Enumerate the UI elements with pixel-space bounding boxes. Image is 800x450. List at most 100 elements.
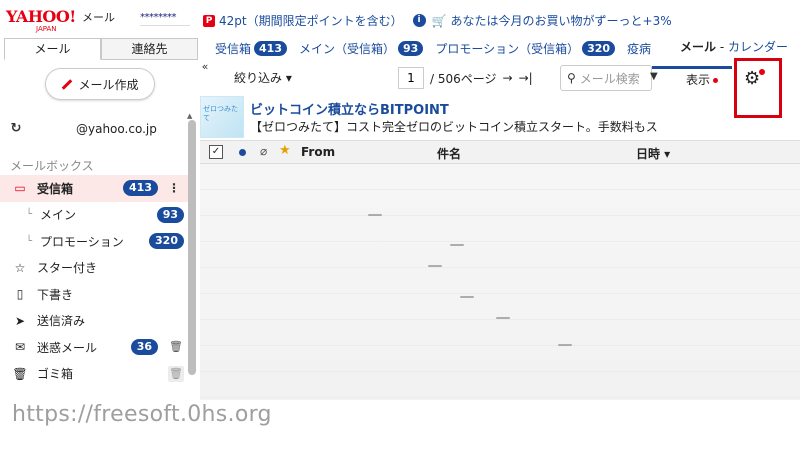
empty-trash-icon[interactable]: 🗑 [168, 365, 184, 382]
search-options-chevron-icon[interactable]: ▼ [650, 71, 658, 82]
account-name[interactable]: ******** [140, 12, 190, 26]
compose-label: メール作成 [78, 77, 139, 92]
sidebar-item-label: 受信箱 [37, 181, 74, 196]
attachment-icon[interactable]: ⌀ [260, 144, 267, 158]
scroll-up-arrow-icon[interactable]: ▲ [187, 112, 192, 120]
top-bar: YAHOO! JAPAN メール ******** P 42pt（期間限定ポイン… [0, 0, 800, 36]
ad-banner[interactable]: ゼロつみたて ビットコイン積立ならBITPOINT 【ゼロつみたて】コスト完全ゼ… [200, 96, 670, 138]
list-item[interactable] [200, 346, 800, 372]
sidebar-item-label: 下書き [37, 287, 74, 302]
folder-tab-main[interactable]: メイン（受信箱） 93 [298, 40, 424, 57]
display-label: 表示 [686, 73, 711, 87]
sidebar-item-label: 送信済み [37, 314, 86, 329]
yahoo-logo[interactable]: YAHOO! JAPAN メール [6, 7, 115, 35]
blurred-text [496, 317, 510, 319]
sidebar-item-main[interactable]: └ メイン 93 [0, 202, 188, 229]
next-page-icon[interactable]: → [503, 71, 513, 85]
logo-main: YAHOO! [6, 7, 76, 26]
unread-count-badge: 93 [398, 40, 424, 56]
mail-list[interactable] [200, 164, 800, 400]
tab-mail[interactable]: メール [4, 38, 101, 60]
unread-count-badge: 413 [254, 40, 287, 56]
service-link-calendar[interactable]: カレンダー [728, 40, 788, 54]
spam-icon: ✉ [14, 340, 26, 355]
search-input[interactable]: ⚲ メール検索 [560, 65, 652, 91]
tab-contacts[interactable]: 連絡先 [101, 38, 198, 60]
sidebar-scrollbar[interactable] [188, 120, 196, 375]
unread-count-badge: 413 [123, 180, 158, 197]
promo-text[interactable]: あなたは今月のお買い物がずーっと+3% [451, 12, 672, 29]
list-item[interactable] [200, 216, 800, 242]
compose-button[interactable]: メール作成 [45, 68, 155, 100]
subfolder-branch-icon: └ [25, 209, 33, 221]
active-service-underline [652, 66, 732, 69]
points-text: 42pt（期間限定ポイントを含む） [219, 14, 403, 28]
sidebar-item-spam[interactable]: ✉ 迷惑メール 36 🗑 [0, 334, 188, 361]
sidebar-item-sent[interactable]: ➤ 送信済み [0, 308, 188, 335]
service-separator: - [716, 40, 728, 54]
watermark-url: https://freesoft.0hs.org [12, 402, 272, 427]
send-icon: ➤ [14, 313, 26, 328]
notification-dot [713, 78, 719, 83]
search-icon: ⚲ [567, 71, 576, 85]
blurred-text [460, 296, 474, 298]
folder-tab-label: 受信箱 [215, 41, 252, 56]
display-options-button[interactable]: 表示 [686, 71, 719, 88]
column-subject[interactable]: 件名 [437, 145, 461, 162]
column-from[interactable]: From [301, 145, 335, 159]
blurred-text [450, 244, 464, 246]
star-icon[interactable]: ★ [279, 143, 291, 158]
unread-dot-icon[interactable] [239, 149, 246, 156]
collapse-sidebar-icon[interactable]: « [198, 60, 212, 76]
info-icon[interactable]: i [412, 14, 426, 27]
folder-tab-promotion[interactable]: プロモーション（受信箱） 320 [435, 40, 616, 57]
filter-dropdown[interactable]: 絞り込み ▾ [234, 69, 292, 86]
cart-icon: 🛒 [431, 13, 447, 28]
list-item[interactable] [200, 372, 800, 398]
folder-tab-label: プロモーション（受信箱） [435, 41, 580, 56]
sidebar-item-label: 迷惑メール [37, 340, 98, 355]
list-item[interactable] [200, 320, 800, 346]
tab-row: メール 連絡先 受信箱 413 メイン（受信箱） 93 プロモーション（受信箱）… [0, 36, 800, 60]
empty-spam-trash-icon[interactable]: 🗑 [168, 339, 184, 355]
inbox-icon: ▭ [14, 181, 26, 196]
ad-title[interactable]: ビットコイン積立ならBITPOINT [250, 99, 449, 118]
list-item[interactable] [200, 190, 800, 216]
service-links: メール - カレンダー [676, 38, 788, 55]
page-number-input[interactable] [398, 67, 424, 89]
folder-tab-inbox[interactable]: 受信箱 413 [215, 40, 287, 57]
more-options-icon[interactable]: ⋮ [168, 181, 180, 195]
logo-service: メール [82, 11, 115, 24]
star-icon: ☆ [14, 260, 26, 275]
blurred-text [558, 344, 572, 346]
sidebar-item-starred[interactable]: ☆ スター付き [0, 255, 188, 282]
blurred-text [368, 214, 382, 216]
points-banner[interactable]: P 42pt（期間限定ポイントを含む） i 🛒 あなたは今月のお買い物がずーっと… [203, 12, 672, 29]
folder-list: ▭ 受信箱 413 ⋮ └ メイン 93 └ プロモーション 320 ☆ スター… [0, 175, 188, 387]
gear-icon[interactable]: ⚙ [744, 68, 760, 89]
refresh-icon[interactable]: ↻ [8, 121, 24, 137]
sidebar: メール作成 ↻ @yahoo.co.jp メールボックス ▭ 受信箱 413 ⋮… [0, 60, 198, 400]
blurred-text [428, 265, 442, 267]
pencil-icon [62, 78, 73, 90]
folder-tab-label: 疫病 [627, 41, 652, 56]
last-page-icon[interactable]: →| [519, 71, 533, 85]
select-all-checkbox[interactable]: ✓ [209, 145, 223, 159]
mail-list-header: ✓ ⌀ ★ From 件名 日時 ▾ [200, 140, 800, 164]
sidebar-item-promotion[interactable]: └ プロモーション 320 [0, 228, 188, 255]
sidebar-item-label: ゴミ箱 [37, 367, 74, 382]
column-date[interactable]: 日時 ▾ [636, 145, 670, 162]
folder-tab-other[interactable]: 疫病 [627, 40, 651, 57]
list-item[interactable] [200, 242, 800, 268]
service-link-mail[interactable]: メール [680, 40, 716, 54]
sidebar-item-inbox[interactable]: ▭ 受信箱 413 ⋮ [0, 175, 188, 202]
unread-count-badge: 320 [149, 233, 184, 250]
page-total: / 506ページ [430, 71, 497, 86]
sidebar-item-label: スター付き [37, 261, 98, 276]
logo-sub: JAPAN [36, 25, 57, 33]
folder-tab-label: メイン（受信箱） [298, 41, 395, 56]
list-item[interactable] [200, 164, 800, 190]
list-item[interactable] [200, 268, 800, 294]
sidebar-item-drafts[interactable]: ▯ 下書き [0, 281, 188, 308]
sidebar-item-trash[interactable]: 🗑 ゴミ箱 🗑 [0, 361, 188, 388]
